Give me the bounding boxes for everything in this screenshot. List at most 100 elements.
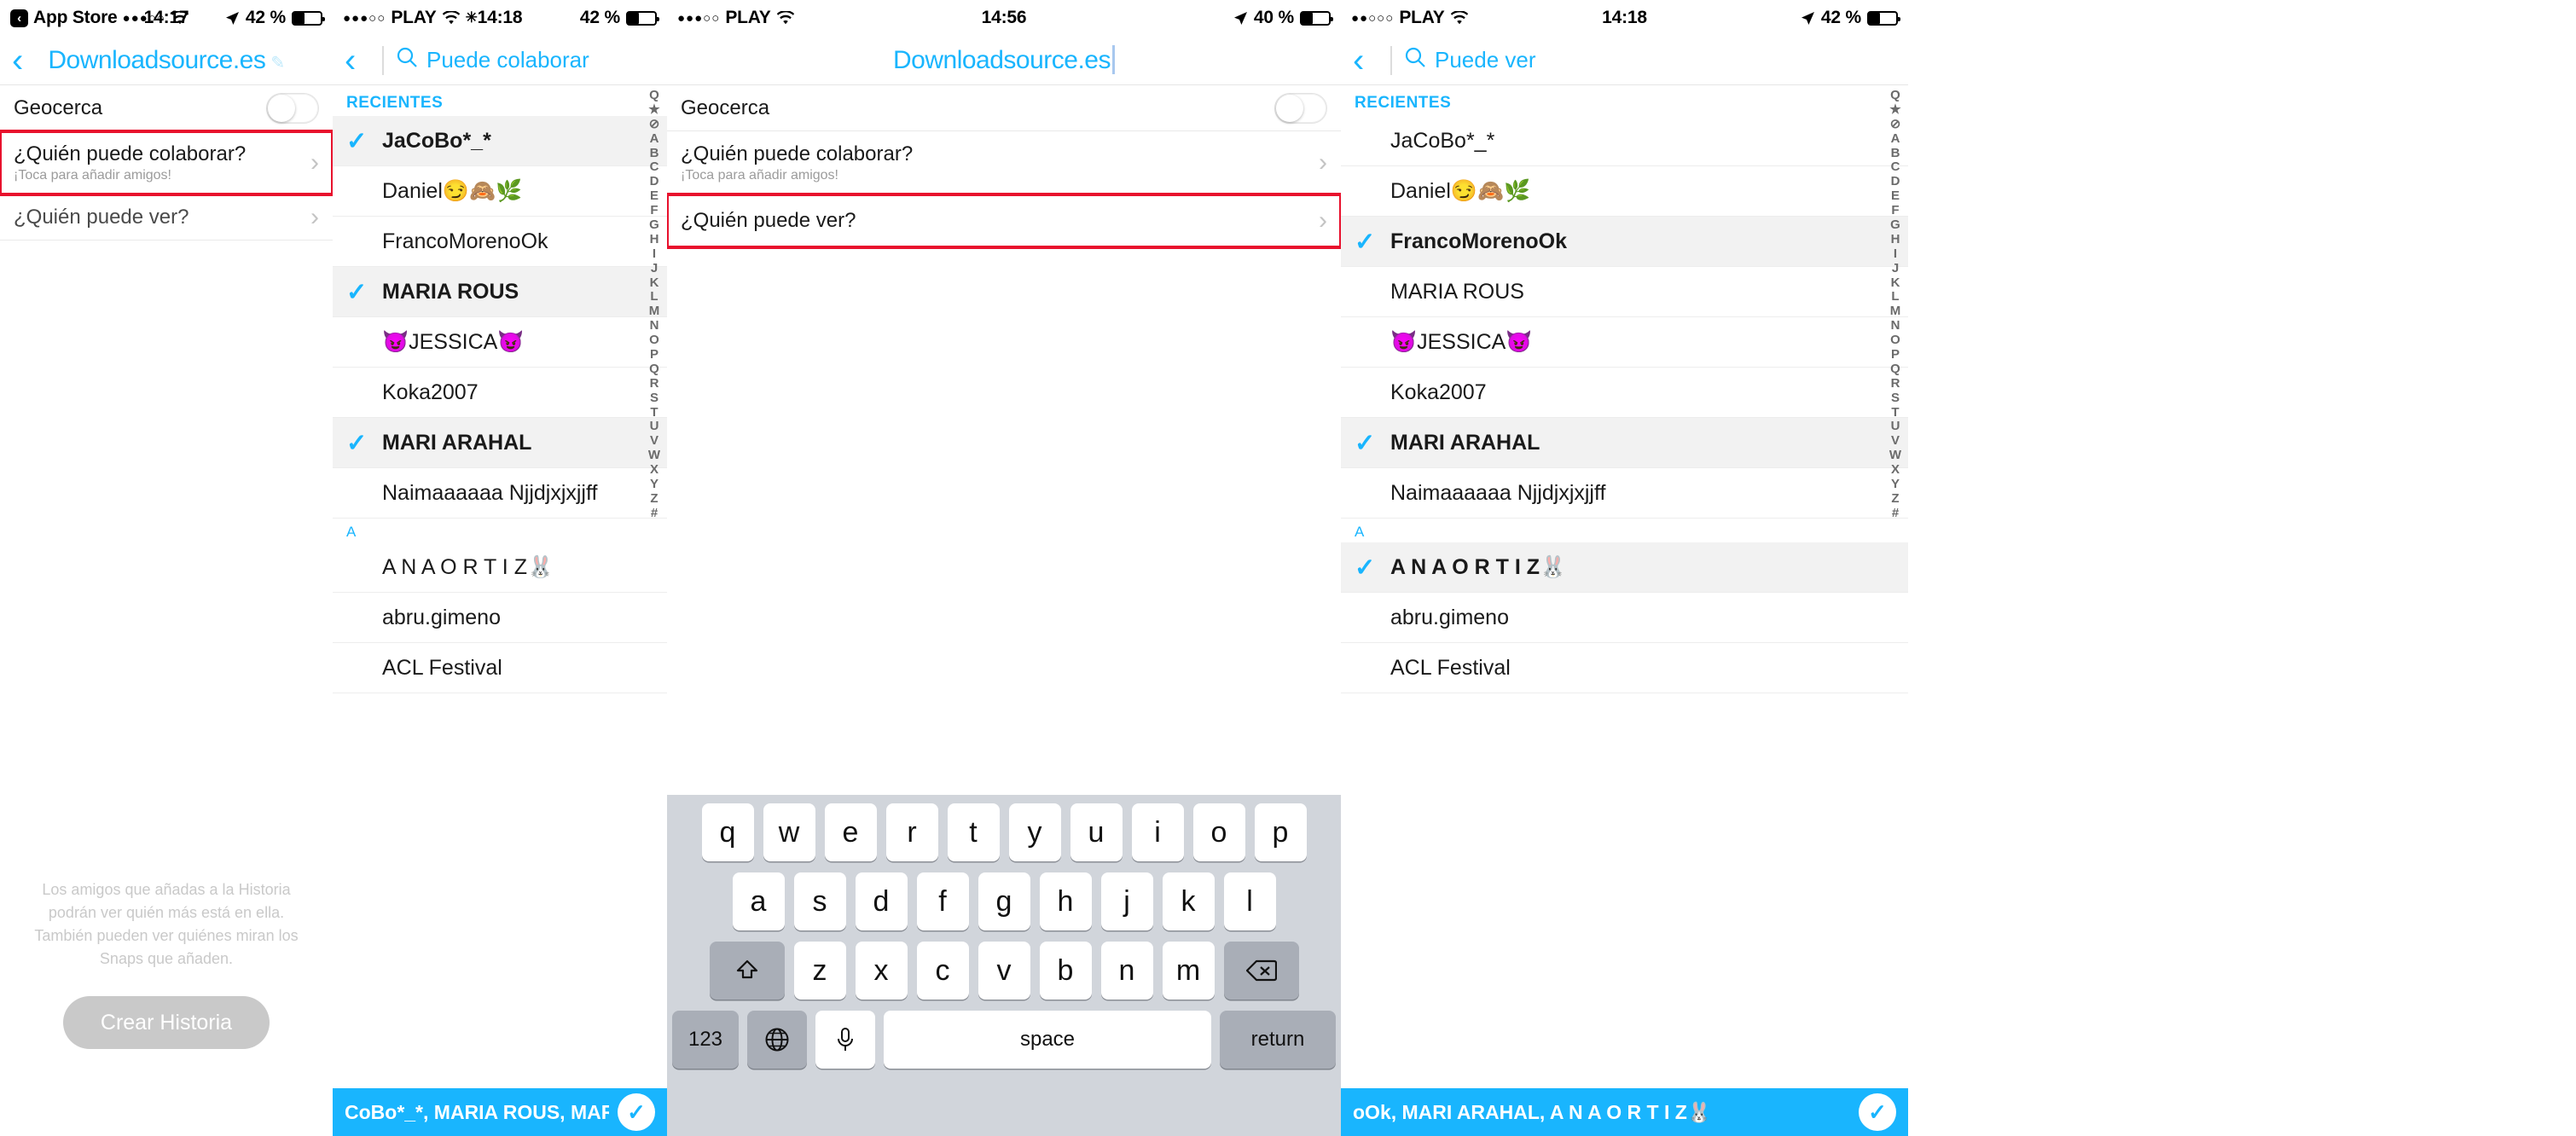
index-letter[interactable]: J	[1892, 261, 1899, 275]
index-letter[interactable]: I	[653, 246, 656, 261]
key-m[interactable]: m	[1162, 942, 1215, 1000]
confirm-button[interactable]: ✓	[1859, 1093, 1896, 1131]
index-letter[interactable]: M	[649, 304, 660, 318]
index-letter[interactable]: L	[650, 290, 658, 304]
index-letter[interactable]: N	[1891, 319, 1900, 333]
list-item[interactable]: ✓Naimaaaaaa Njjdjxjxjjff	[1341, 468, 1908, 519]
return-key[interactable]: return	[1220, 1011, 1336, 1069]
index-letter[interactable]: Q	[1890, 89, 1900, 102]
list-item[interactable]: ✓Koka2007	[333, 368, 667, 418]
key-b[interactable]: b	[1039, 942, 1092, 1000]
index-letter[interactable]: T	[1891, 405, 1899, 420]
chevron-left-icon[interactable]: ‹	[345, 43, 379, 78]
list-item[interactable]: ✓ FrancoMorenoOk	[1341, 217, 1908, 267]
list-item[interactable]: ✓Daniel😏🙈🌿	[333, 166, 667, 217]
list-item[interactable]: ✓JaCoBo*_*	[1341, 116, 1908, 166]
story-name-input[interactable]: Downloadsource.es	[893, 46, 1111, 74]
key-o[interactable]: o	[1192, 803, 1245, 861]
index-letter[interactable]: T	[650, 405, 658, 420]
index-letter[interactable]: P	[1891, 348, 1900, 362]
list-item[interactable]: ✓ACL Festival	[1341, 643, 1908, 693]
page-title[interactable]: Downloadsource.es	[667, 45, 1341, 75]
index-letter[interactable]: F	[1891, 204, 1899, 217]
index-letter[interactable]: A	[650, 131, 659, 146]
list-item[interactable]: ✓ MARI ARAHAL	[1341, 418, 1908, 468]
index-letter[interactable]: J	[651, 261, 658, 275]
key-r[interactable]: r	[885, 803, 938, 861]
search-field[interactable]: Puede colaborar	[396, 46, 589, 74]
index-letter[interactable]: R	[1891, 376, 1900, 391]
chevron-left-icon[interactable]: ‹	[1353, 43, 1387, 78]
index-letter[interactable]: Q	[649, 89, 659, 102]
row-geofence[interactable]: Geocerca	[0, 85, 333, 131]
row-who-can-collaborate[interactable]: ¿Quién puede colaborar? ¡Toca para añadi…	[0, 130, 333, 196]
key-d[interactable]: d	[855, 872, 908, 930]
index-letter[interactable]: H	[1891, 233, 1900, 246]
index-letter[interactable]: S	[650, 391, 659, 405]
search-field[interactable]: Puede ver	[1404, 46, 1536, 74]
index-letter[interactable]: A	[1891, 131, 1900, 146]
key-j[interactable]: j	[1100, 872, 1153, 930]
index-letter[interactable]: C	[1891, 160, 1900, 174]
row-who-can-collaborate[interactable]: ¿Quién puede colaborar? ¡Toca para añadi…	[667, 131, 1341, 194]
pencil-icon[interactable]: ✎	[270, 54, 285, 72]
index-letter[interactable]: Y	[650, 478, 659, 491]
list-item[interactable]: ✓A N A O R T I Z🐰	[333, 542, 667, 593]
index-letter[interactable]: M	[1890, 304, 1901, 318]
index-letter[interactable]: V	[650, 434, 659, 448]
backspace-icon[interactable]	[1223, 942, 1299, 1000]
list-item[interactable]: ✓Naimaaaaaa Njjdjxjxjjff	[333, 468, 667, 519]
alphabet-index[interactable]: Q ★ ⊘ A B C D E F G H I J K L M N O P Q R S T U V W X Y Z #	[1883, 85, 1908, 1097]
key-y[interactable]: y	[1008, 803, 1061, 861]
row-who-can-view[interactable]: ¿Quién puede ver? ›	[0, 194, 333, 241]
index-letter[interactable]: N	[650, 319, 659, 333]
key-p[interactable]: p	[1254, 803, 1307, 861]
alphabet-index[interactable]: Q ★ ⊘ A B C D E F G H I J K L M N O P Q R S T U V W X Y Z #	[641, 85, 667, 1097]
index-letter[interactable]: Q	[1890, 362, 1900, 376]
key-i[interactable]: i	[1131, 803, 1184, 861]
list-item[interactable]: ✓Koka2007	[1341, 368, 1908, 418]
list-item[interactable]: ✓Daniel😏🙈🌿	[1341, 166, 1908, 217]
chevron-left-icon[interactable]: ‹	[12, 43, 46, 78]
key-s[interactable]: s	[793, 872, 846, 930]
index-letter[interactable]: K	[650, 275, 659, 290]
geofence-toggle[interactable]	[1274, 92, 1327, 124]
index-letter[interactable]: W	[1889, 449, 1901, 462]
create-story-button[interactable]: Crear Historia	[63, 996, 270, 1049]
index-letter[interactable]: S	[1891, 391, 1900, 405]
index-letter[interactable]: K	[1891, 275, 1900, 290]
geofence-toggle[interactable]	[266, 92, 319, 124]
index-letter[interactable]: E	[650, 189, 659, 203]
key-x[interactable]: x	[855, 942, 908, 1000]
index-letter[interactable]: Z	[1891, 492, 1899, 506]
key-e[interactable]: e	[824, 803, 877, 861]
index-letter[interactable]: H	[650, 233, 659, 246]
key-g[interactable]: g	[978, 872, 1030, 930]
key-z[interactable]: z	[793, 942, 846, 1000]
list-item[interactable]: ✓MARIA ROUS	[333, 267, 667, 317]
index-letter[interactable]: O	[1890, 333, 1900, 347]
index-letter[interactable]: R	[650, 376, 659, 391]
microphone-icon[interactable]	[815, 1011, 875, 1069]
index-letter[interactable]: G	[1890, 218, 1900, 232]
index-letter[interactable]: X	[650, 463, 659, 477]
index-letter[interactable]: X	[1891, 463, 1900, 477]
onscreen-keyboard[interactable]: qwertyuiop asdfghjkl zxcvbnm 123 space r…	[667, 795, 1341, 1136]
key-v[interactable]: v	[978, 942, 1030, 1000]
list-item[interactable]: ✓abru.gimeno	[333, 593, 667, 643]
index-letter[interactable]: ★	[1889, 102, 1900, 117]
index-letter[interactable]: U	[1891, 420, 1900, 433]
list-item[interactable]: ✓MARIA ROUS	[1341, 267, 1908, 317]
index-letter[interactable]: Q	[649, 362, 659, 376]
index-letter[interactable]: Z	[650, 492, 658, 506]
globe-icon[interactable]	[747, 1011, 807, 1069]
index-letter[interactable]: I	[1894, 246, 1897, 261]
key-w[interactable]: w	[763, 803, 815, 861]
index-letter[interactable]: E	[1891, 189, 1900, 203]
key-c[interactable]: c	[916, 942, 969, 1000]
index-letter[interactable]: ⊘	[649, 117, 660, 131]
index-letter[interactable]: P	[650, 348, 659, 362]
index-letter[interactable]: D	[650, 175, 659, 188]
index-letter[interactable]: Y	[1891, 478, 1900, 491]
key-u[interactable]: u	[1070, 803, 1123, 861]
